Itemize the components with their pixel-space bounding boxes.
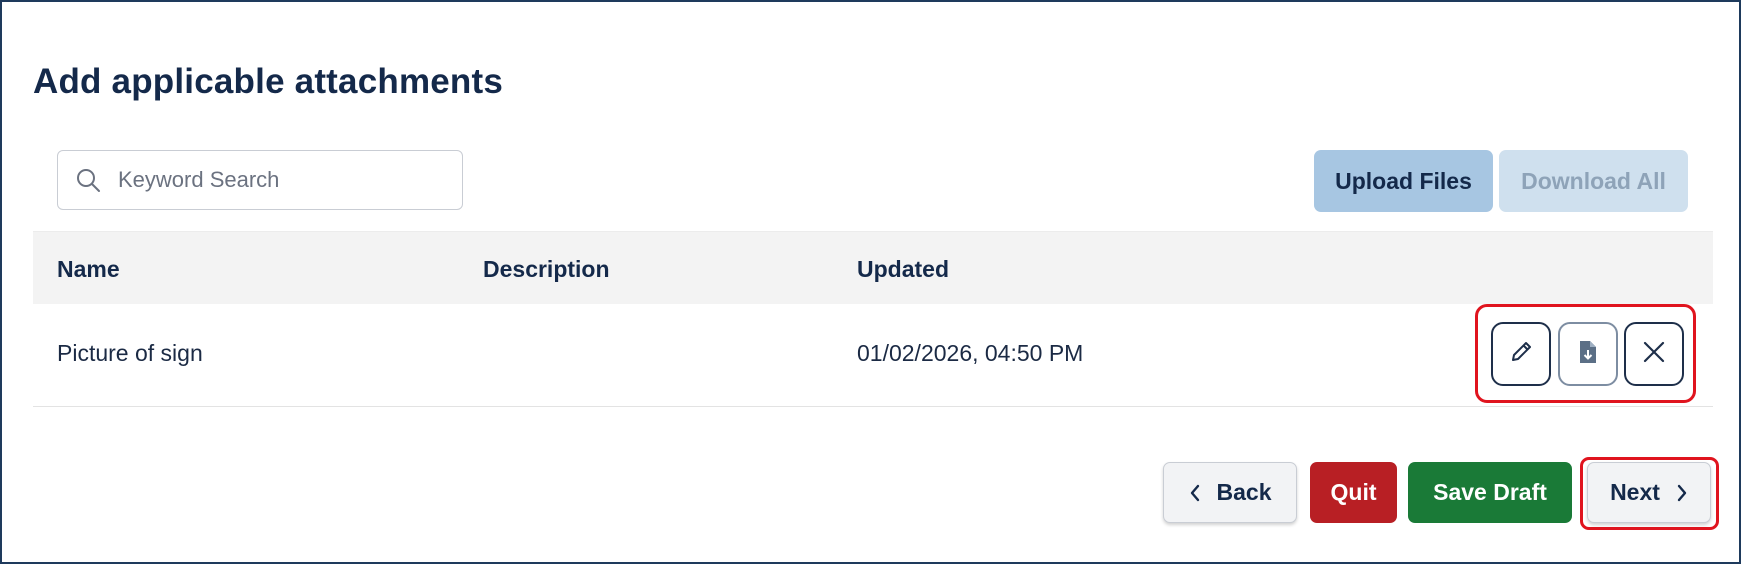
chevron-right-icon <box>1676 484 1688 502</box>
download-all-button[interactable]: Download All <box>1499 150 1688 212</box>
attachments-panel: Add applicable attachments Upload Files … <box>0 0 1741 564</box>
search-input[interactable] <box>116 166 440 194</box>
table-row: Picture of sign 01/02/2026, 04:50 PM <box>33 304 1713 407</box>
save-draft-button[interactable]: Save Draft <box>1408 462 1572 523</box>
close-icon <box>1641 339 1667 370</box>
column-header-updated[interactable]: Updated <box>857 256 949 283</box>
back-button[interactable]: Back <box>1163 462 1297 523</box>
attachment-name: Picture of sign <box>57 340 203 366</box>
column-header-description[interactable]: Description <box>483 256 610 283</box>
delete-attachment-button[interactable] <box>1624 322 1684 386</box>
upload-files-button[interactable]: Upload Files <box>1314 150 1493 212</box>
attachment-updated: 01/02/2026, 04:50 PM <box>857 340 1084 366</box>
back-button-label: Back <box>1216 479 1272 505</box>
column-header-name[interactable]: Name <box>57 256 120 283</box>
quit-button[interactable]: Quit <box>1310 462 1397 523</box>
page-title: Add applicable attachments <box>33 62 504 101</box>
chevron-left-icon <box>1189 484 1201 502</box>
search-box[interactable] <box>57 150 463 210</box>
edit-attachment-button[interactable] <box>1491 322 1551 386</box>
pencil-icon <box>1507 338 1535 371</box>
next-button-label: Next <box>1610 479 1660 505</box>
next-button[interactable]: Next <box>1587 462 1711 523</box>
table-header: Name Description Updated <box>33 231 1713 305</box>
file-download-icon <box>1575 338 1601 371</box>
download-attachment-button[interactable] <box>1558 322 1618 386</box>
search-icon <box>74 166 102 194</box>
